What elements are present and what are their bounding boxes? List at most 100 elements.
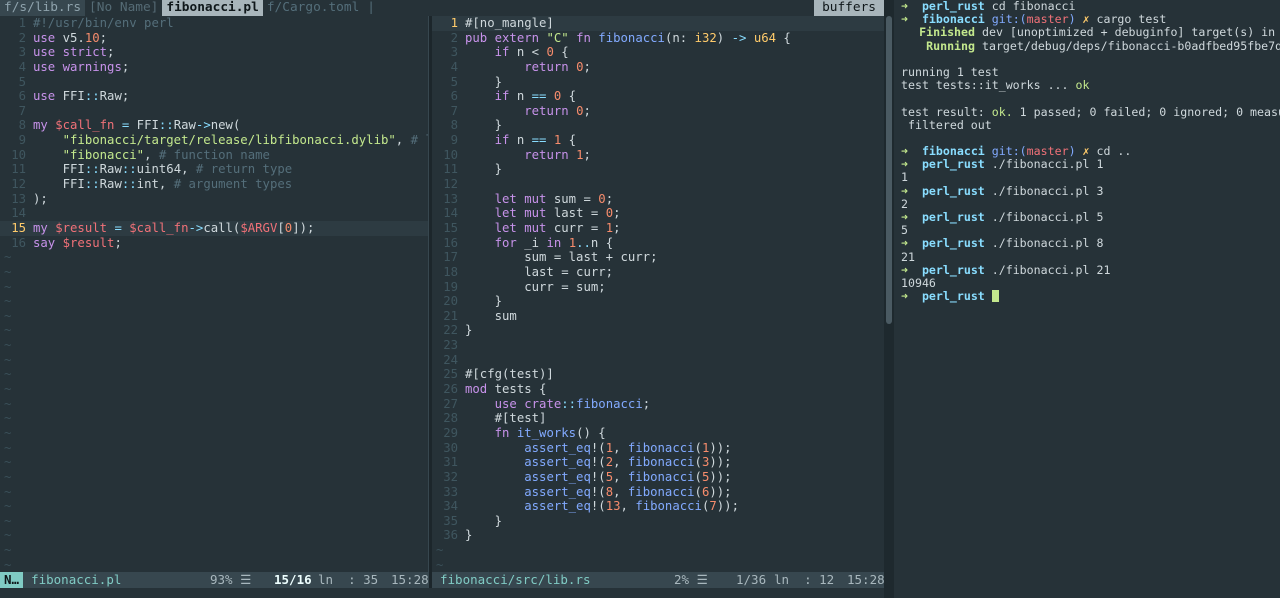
- empty-line-tilde: ~: [4, 513, 12, 528]
- status-column: ln : 35: [318, 572, 379, 587]
- code-line[interactable]: 15 my $result = $call_fn->call($ARGV[0]);: [0, 220, 428, 236]
- code-line[interactable]: 1 #!/usr/bin/env perl: [0, 16, 428, 31]
- code-line[interactable]: 14 let mut last = 0;: [432, 206, 884, 221]
- code-text: return 0;: [524, 103, 591, 118]
- code-line[interactable]: 11 FFI::Raw::uint64, # return type: [0, 162, 428, 177]
- code-line[interactable]: 10 return 1;: [432, 148, 884, 163]
- code-line[interactable]: 13);: [0, 192, 428, 207]
- code-line[interactable]: 8 my $call_fn = FFI::Raw->new(: [0, 118, 428, 133]
- prompt-arrow-icon: ➜: [901, 236, 922, 251]
- git-dirty-icon: ✗: [1075, 144, 1090, 159]
- code-line[interactable]: 4 return 0;: [432, 60, 884, 75]
- tab-cargo-toml[interactable]: f/Cargo.toml: [263, 0, 363, 16]
- scrollbar-thumb[interactable]: [886, 16, 892, 324]
- code-text: #!/usr/bin/env perl: [33, 16, 174, 30]
- code-line[interactable]: 15 let mut curr = 1;: [432, 221, 884, 236]
- prompt-command: cd ..: [1089, 144, 1132, 159]
- tab-no-name[interactable]: [No Name]: [85, 0, 162, 16]
- code-line[interactable]: 16 for _i in 1..n {: [432, 236, 884, 251]
- code-line[interactable]: 6 use FFI::Raw;: [0, 89, 428, 104]
- code-line[interactable]: 33 assert_eq!(8, fibonacci(6));: [432, 485, 884, 500]
- prompt-directory: fibonacci: [921, 144, 985, 159]
- code-line[interactable]: 22}: [432, 323, 884, 338]
- code-line[interactable]: 6 if n == 0 {: [432, 89, 884, 104]
- code-line[interactable]: 2 use v5.10;: [0, 31, 428, 46]
- editor-pane-left[interactable]: 1 #!/usr/bin/env perl 2 use v5.10; 3 use stri…: [0, 16, 428, 572]
- line-number: 25: [443, 367, 458, 382]
- empty-line-tilde: ~: [4, 499, 12, 514]
- code-text: return 0;: [524, 59, 591, 74]
- code-line[interactable]: 11 }: [432, 162, 884, 177]
- code-line[interactable]: 2 pub extern "C" fn fibonacci(n: i32) -> …: [432, 31, 884, 46]
- code-line[interactable]: 29 fn it_works() {: [432, 426, 884, 441]
- code-text: }: [465, 513, 503, 528]
- code-line[interactable]: 32 assert_eq!(5, fibonacci(5));: [432, 470, 884, 485]
- terminal-output: 5: [901, 223, 908, 238]
- code-text: for _i in 1..n {: [494, 235, 614, 250]
- code-line[interactable]: 3 use strict;: [0, 45, 428, 60]
- code-line[interactable]: 12: [432, 177, 884, 192]
- code-line[interactable]: 3 if n < 0 {: [432, 45, 884, 60]
- code-text: }: [465, 74, 503, 89]
- code-line[interactable]: 5: [0, 75, 428, 90]
- code-text: return 1;: [524, 147, 591, 162]
- terminal-pane[interactable]: ➜ perl_rust cd fibonacci ➜ fibonacci git:…: [894, 0, 1280, 598]
- code-line[interactable]: 8 }: [432, 118, 884, 133]
- code-line[interactable]: 34 assert_eq!(13, fibonacci(7));: [432, 499, 884, 514]
- code-line[interactable]: 31 assert_eq!(2, fibonacci(3));: [432, 455, 884, 470]
- code-line[interactable]: 9 if n == 1 {: [432, 133, 884, 148]
- code-text: }: [465, 118, 503, 133]
- editor-pane-right[interactable]: 1 #[no_mangle] 2 pub extern "C" fn fibonacc…: [432, 16, 884, 572]
- code-text: );: [33, 191, 48, 206]
- code-line[interactable]: 19 curr = sum;: [432, 280, 884, 295]
- code-line[interactable]: 36}: [432, 528, 884, 543]
- code-line[interactable]: 25 #[cfg(test)]: [432, 367, 884, 382]
- code-line[interactable]: 17 sum = last + curr;: [432, 250, 884, 265]
- empty-line-tilde: ~: [4, 367, 12, 382]
- code-line[interactable]: 5 }: [432, 75, 884, 90]
- code-line[interactable]: 16 say $result;: [0, 236, 428, 251]
- code-text: #[cfg(test)]: [465, 367, 554, 382]
- code-line[interactable]: 1 #[no_mangle]: [432, 16, 884, 31]
- empty-line-tilde: ~: [4, 294, 12, 309]
- terminal-line: ➜ perl_rust ./fibonacci.pl 8: [901, 237, 1280, 250]
- prompt-command: ./fibonacci.pl 5: [984, 210, 1104, 224]
- prompt-command: [985, 289, 992, 303]
- code-line[interactable]: 14: [0, 206, 428, 221]
- code-line[interactable]: 26 mod tests {: [432, 382, 884, 397]
- command-line[interactable]: [0, 588, 884, 598]
- code-line[interactable]: 30 assert_eq!(1, fibonacci(1));: [432, 441, 884, 456]
- code-line[interactable]: 13 let mut sum = 0;: [432, 192, 884, 207]
- code-line[interactable]: 12 FFI::Raw::int, # argument types: [0, 177, 428, 192]
- prompt-directory: perl_rust: [921, 0, 985, 13]
- test-ok: ok.: [991, 104, 1013, 119]
- code-line[interactable]: 28 #[test]: [432, 411, 884, 426]
- code-line[interactable]: 20 }: [432, 294, 884, 309]
- code-text: #[no_mangle]: [465, 16, 554, 30]
- code-line[interactable]: 7 return 0;: [432, 104, 884, 119]
- code-line[interactable]: 18 last = curr;: [432, 265, 884, 280]
- tabline: f/s/lib.rs [No Name] fibonacci.pl f/Cargo.t…: [0, 0, 884, 16]
- empty-line-tilde: ~: [4, 308, 12, 323]
- code-line[interactable]: 21 sum: [432, 309, 884, 324]
- code-line[interactable]: 7: [0, 104, 428, 119]
- code-line[interactable]: 35 }: [432, 514, 884, 529]
- line-number: 6: [18, 89, 26, 104]
- code-line[interactable]: 27 use crate::fibonacci;: [432, 397, 884, 412]
- code-text: mod tests {: [465, 382, 547, 397]
- code-line[interactable]: 23: [432, 338, 884, 353]
- line-number: 35: [443, 513, 458, 528]
- tab-lib-rs[interactable]: f/s/lib.rs: [0, 0, 86, 16]
- code-line[interactable]: 9 "fibonacci/target/release/libfibonacci…: [0, 133, 428, 148]
- code-line[interactable]: 24: [432, 353, 884, 368]
- code-text: assert_eq!(1, fibonacci(1));: [524, 440, 732, 455]
- code-line[interactable]: 10 "fibonacci", # function name: [0, 148, 428, 163]
- empty-line-tilde: ~: [4, 425, 12, 440]
- code-text: if n == 1 {: [494, 133, 577, 148]
- line-number: 3: [18, 45, 26, 60]
- line-number: 1: [18, 16, 26, 30]
- tab-fibonacci-pl[interactable]: fibonacci.pl: [162, 0, 263, 16]
- code-line[interactable]: 4 use warnings;: [0, 60, 428, 75]
- line-number: 8: [18, 118, 26, 133]
- git-suffix: ): [1068, 144, 1076, 159]
